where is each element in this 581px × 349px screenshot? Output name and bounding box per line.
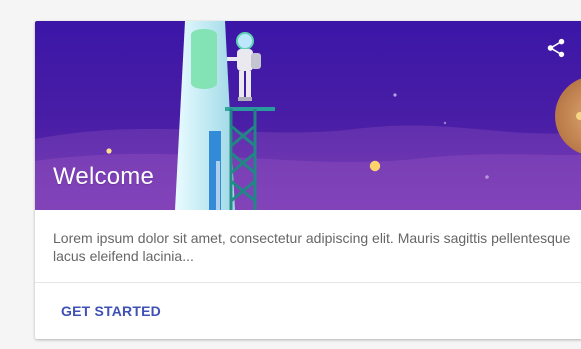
get-started-button[interactable]: GET STARTED bbox=[53, 295, 169, 327]
share-button[interactable] bbox=[545, 37, 579, 71]
card-title: Welcome bbox=[53, 163, 154, 190]
welcome-card: Welcome Lorem ipsum dolor sit amet, cons… bbox=[35, 21, 581, 339]
tower-illustration bbox=[175, 21, 235, 210]
card-description: Lorem ipsum dolor sit amet, consectetur … bbox=[53, 230, 571, 264]
card-actions: GET STARTED bbox=[35, 283, 581, 339]
card-hero: Welcome bbox=[35, 21, 581, 210]
